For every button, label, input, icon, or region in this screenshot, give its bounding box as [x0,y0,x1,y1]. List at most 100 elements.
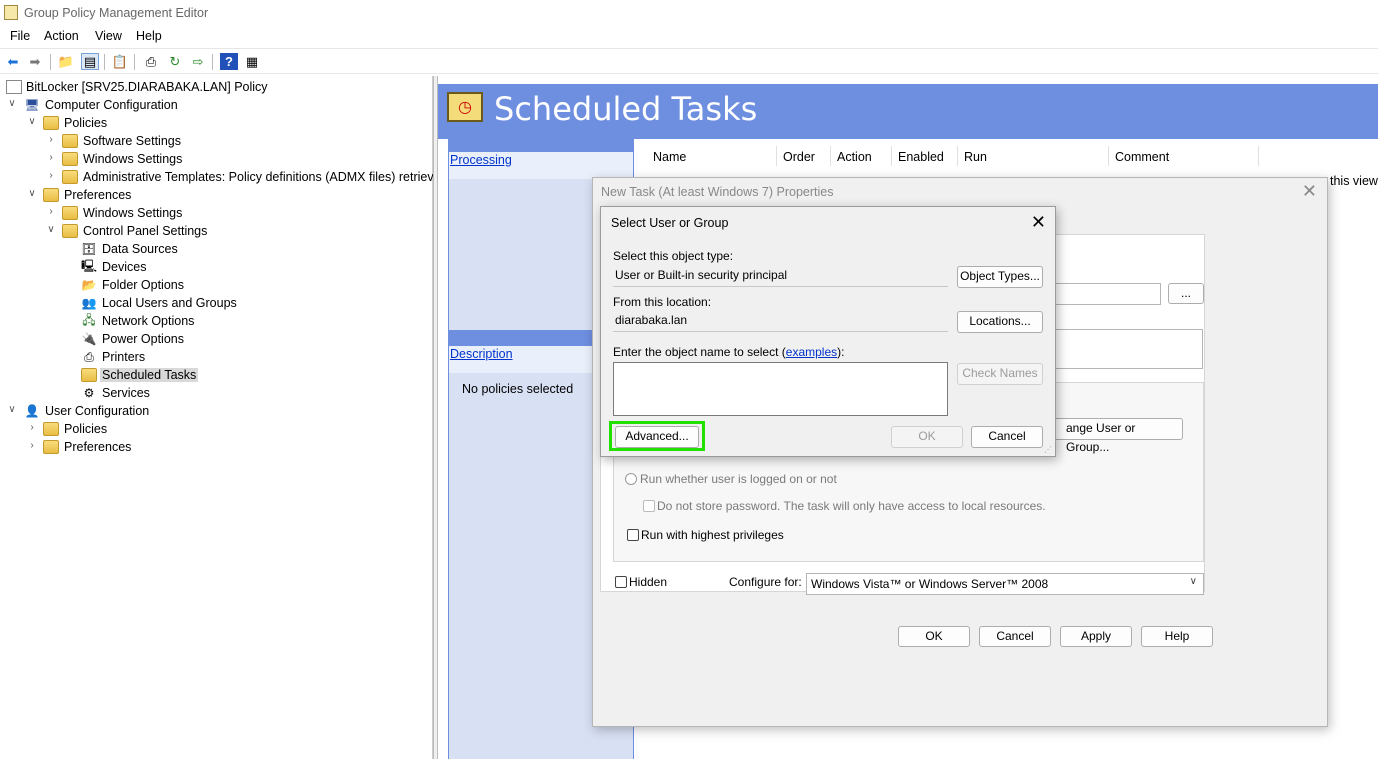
scheduled-tasks-icon [81,368,97,382]
highest-privileges-label: Run with highest privileges [641,528,784,542]
cancel-button[interactable]: Cancel [971,426,1043,448]
chevron-down-icon[interactable]: ∨ [6,98,18,109]
help-icon[interactable]: ? [220,53,238,70]
tree-label: Computer Configuration [45,98,178,112]
tree-label: Printers [102,350,146,364]
folder-icon [43,116,59,130]
description-field[interactable] [1053,329,1203,369]
resize-grip-icon[interactable]: ⋰ [1044,445,1053,454]
ok-button[interactable]: OK [891,426,963,448]
locations-button[interactable]: Locations... [957,311,1043,333]
enter-name-text: Enter the object name to select ( [613,345,786,359]
scheduled-tasks-clock-icon: ◷ [447,92,483,122]
configure-for-value: Windows Vista™ or Windows Server™ 2008 [811,577,1049,591]
processing-link[interactable]: Processing [450,153,512,167]
column-name[interactable]: Name [647,146,777,166]
properties-icon[interactable]: 📋 [111,53,129,70]
chevron-right-icon[interactable]: › [26,422,38,433]
toolbar-separator [50,54,51,70]
export-icon[interactable]: ⇨ [189,53,207,70]
select-user-dialog: Select User or Group ✕ Select this objec… [600,206,1056,457]
close-icon[interactable]: ✕ [1302,181,1317,202]
page-title: Scheduled Tasks [494,90,758,128]
column-run[interactable]: Run [958,146,1109,166]
cancel-button[interactable]: Cancel [979,626,1051,647]
description-text: No policies selected [462,382,574,396]
empty-view-hint: this view [1330,174,1378,188]
hidden-label: Hidden [629,575,668,589]
menu-action[interactable]: Action [44,29,79,43]
column-enabled[interactable]: Enabled [892,146,958,166]
chevron-right-icon[interactable]: › [45,152,57,163]
column-comment[interactable]: Comment [1109,146,1259,166]
policy-icon [6,80,22,94]
tree-label: Data Sources [102,242,178,256]
power-icon: 🔌 [81,332,97,346]
tree-label: Preferences [64,188,132,202]
tree-label: Power Options [102,332,184,346]
printer-icon: ⎙ [84,349,94,364]
run-whether-radio[interactable] [625,473,637,485]
object-types-button[interactable]: Object Types... [957,266,1043,288]
menu-file[interactable]: File [10,29,30,43]
folder-icon [62,134,78,148]
app-icon [4,5,18,20]
print-icon[interactable]: ⎙ [142,53,160,70]
tree-label: Windows Settings [83,206,183,220]
chevron-right-icon[interactable]: › [45,134,57,145]
do-not-store-checkbox[interactable] [643,500,655,512]
examples-link[interactable]: examples [786,345,837,359]
back-icon[interactable]: ⬅ [4,53,22,70]
hidden-checkbox[interactable] [615,576,627,588]
tree-label: Scheduled Tasks [100,368,199,382]
tree-label: Software Settings [83,134,181,148]
chevron-down-icon: ∨ [1189,576,1197,587]
help-button[interactable]: Help [1141,626,1213,647]
apply-button[interactable]: Apply [1060,626,1132,647]
tree-label: User Configuration [45,404,150,418]
location-field: diarabaka.lan [613,310,948,332]
refresh-icon[interactable]: ↻ [166,53,184,70]
folder-icon [62,152,78,166]
object-name-input[interactable] [613,362,948,416]
object-type-label: Select this object type: [613,249,734,263]
enter-name-suffix: ): [837,345,845,359]
console-tree: BitLocker [SRV25.DIARABAKA.LAN] Policy ∨… [0,76,447,759]
network-icon: 🖧 [82,312,96,327]
folder-icon [43,422,59,436]
highest-privileges-checkbox[interactable] [627,529,639,541]
name-field[interactable] [1053,283,1161,305]
tree-label: Folder Options [102,278,184,292]
chevron-right-icon[interactable]: › [26,440,38,451]
configure-for-select[interactable]: Windows Vista™ or Windows Server™ 2008 ∨ [806,573,1204,595]
change-user-button[interactable]: ange User or Group... [1053,418,1183,454]
devices-icon: 🖳 [81,258,98,273]
show-pane-icon[interactable]: ▦ [243,53,261,70]
up-folder-icon[interactable]: 📁 [57,53,75,70]
column-order[interactable]: Order [777,146,831,166]
toolbar: ⬅ ➡ 📁 ▤ 📋 ⎙ ↻ ⇨ ? ▦ [0,48,1378,74]
forward-icon[interactable]: ➡ [26,53,44,70]
description-link[interactable]: Description [450,347,513,361]
menu-view[interactable]: View [95,29,122,43]
close-icon[interactable]: ✕ [1031,212,1046,233]
tree-label: Policies [64,422,108,436]
chevron-right-icon[interactable]: › [45,170,57,181]
column-action[interactable]: Action [831,146,892,166]
chevron-right-icon[interactable]: › [45,206,57,217]
show-hide-tree-icon[interactable]: ▤ [81,53,99,70]
chevron-down-icon[interactable]: ∨ [6,404,18,415]
menu-help[interactable]: Help [136,29,162,43]
computer-icon: 🖥 [24,98,40,112]
folder-icon [43,440,59,454]
chevron-down-icon[interactable]: ∨ [26,116,38,127]
user-icon: 👤 [24,404,40,418]
browse-button[interactable]: ... [1168,283,1204,304]
chevron-down-icon[interactable]: ∨ [26,188,38,199]
do-not-store-label: Do not store password. The task will onl… [657,499,1046,513]
ok-button[interactable]: OK [898,626,970,647]
check-names-button[interactable]: Check Names [957,363,1043,385]
tree-label: Administrative Templates: Policy definit… [83,170,447,184]
chevron-down-icon[interactable]: ∨ [45,224,57,235]
folder-icon [62,206,78,220]
